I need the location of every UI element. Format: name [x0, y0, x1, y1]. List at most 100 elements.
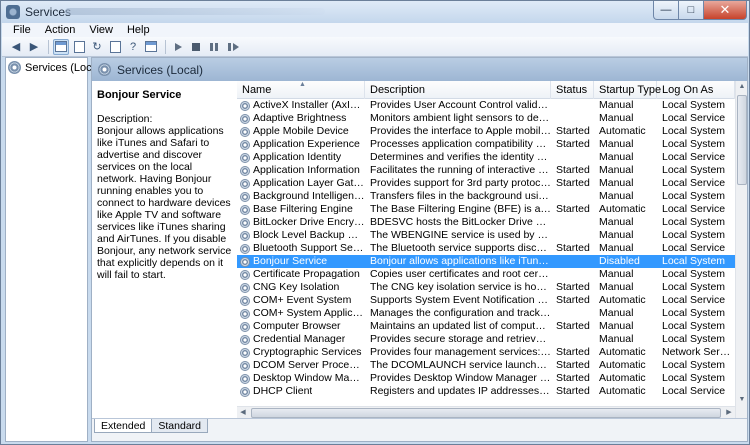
service-startup-cell: Manual [599, 138, 634, 150]
table-row[interactable]: Base Filtering Engine The Base Filtering … [237, 203, 735, 216]
table-row[interactable]: CNG Key Isolation The CNG key isolation s… [237, 281, 735, 294]
table-row[interactable]: COM+ System Application Manages the confi… [237, 307, 735, 320]
service-startup-cell: Manual [599, 268, 634, 280]
service-startup-cell: Manual [599, 177, 634, 189]
service-name: Block Level Backup Engine Se... [253, 229, 365, 241]
column-header-description[interactable]: Description [365, 81, 551, 99]
maximize-button[interactable]: □ [679, 1, 704, 20]
service-description-cell: Maintains an updated list of computers o… [370, 320, 551, 332]
table-row[interactable]: Bonjour Service Bonjour allows applicatio… [237, 255, 735, 268]
tab-standard[interactable]: Standard [151, 419, 208, 433]
table-row[interactable]: Cryptographic Services Provides four mana… [237, 346, 735, 359]
menu-help[interactable]: Help [120, 23, 157, 37]
table-row[interactable]: Block Level Backup Engine Se... The WBENG… [237, 229, 735, 242]
tree-item-services-local[interactable]: Services (Local) [8, 60, 104, 75]
vertical-scrollbar[interactable]: ▲ ▼ [735, 81, 747, 418]
service-startup-cell: Manual [599, 112, 634, 124]
service-name-cell: Desktop Window Manager Se... [237, 372, 365, 385]
table-row[interactable]: BitLocker Drive Encryption Se... BDESVC h… [237, 216, 735, 229]
table-row[interactable]: Desktop Window Manager Se... Provides Des… [237, 372, 735, 385]
service-description-cell: Provides User Account Control validation… [370, 99, 551, 111]
scroll-right-icon[interactable]: ▶ [723, 407, 735, 418]
service-startup-cell: Automatic [599, 385, 646, 397]
menu-file[interactable]: File [2, 23, 38, 37]
service-logon-cell: Local System [662, 138, 726, 150]
table-row[interactable]: COM+ Event System Supports System Event N… [237, 294, 735, 307]
service-startup-cell: Automatic [599, 346, 646, 358]
pause-service-button[interactable] [206, 39, 222, 55]
table-row[interactable]: DCOM Server Process Launc... The DCOMLAUN… [237, 359, 735, 372]
vertical-scroll-thumb[interactable] [737, 95, 747, 185]
horizontal-scroll-thumb[interactable] [251, 408, 721, 418]
scroll-up-icon[interactable]: ▲ [737, 81, 747, 93]
close-button[interactable]: ✕ [704, 1, 747, 20]
table-row[interactable]: Computer Browser Maintains an updated lis… [237, 320, 735, 333]
service-logon-cell: Local Service [662, 242, 726, 254]
menu-view[interactable]: View [82, 23, 120, 37]
refresh-button[interactable]: ↻ [89, 39, 105, 55]
help-button[interactable]: ? [125, 39, 141, 55]
table-row[interactable]: Adaptive Brightness Monitors ambient ligh… [237, 112, 735, 125]
service-name-cell: Certificate Propagation [237, 268, 365, 281]
table-row[interactable]: DHCP Client Registers and updates IP addr… [237, 385, 735, 398]
service-startup-cell: Automatic [599, 359, 646, 371]
properties-button[interactable] [71, 39, 87, 55]
service-startup-cell: Automatic [599, 294, 646, 306]
table-row[interactable]: Application Identity Determines and verif… [237, 151, 735, 164]
service-logon-cell: Local System [662, 229, 726, 241]
table-row[interactable]: Bluetooth Support Service The Bluetooth s… [237, 242, 735, 255]
column-header-status[interactable]: Status [551, 81, 594, 99]
title-bar[interactable]: Services — □ ✕ [1, 1, 749, 23]
table-row[interactable]: Certificate Propagation Copies user certi… [237, 268, 735, 281]
toolbar: ◀ ▶ ↻ ? [2, 37, 748, 57]
scroll-down-icon[interactable]: ▼ [737, 394, 747, 406]
back-button[interactable]: ◀ [8, 39, 24, 55]
caption-buttons: — □ ✕ [653, 1, 747, 20]
menu-bar: File Action View Help [2, 23, 748, 37]
forward-button[interactable]: ▶ [26, 39, 42, 55]
service-gear-icon [240, 217, 250, 228]
stop-service-button[interactable] [188, 39, 204, 55]
table-row[interactable]: Application Experience Processes applicat… [237, 138, 735, 151]
table-row[interactable]: Application Information Facilitates the r… [237, 164, 735, 177]
service-name: Application Information [253, 164, 360, 176]
start-service-button[interactable] [170, 39, 186, 55]
table-row[interactable]: Background Intelligent Trans... Transfers… [237, 190, 735, 203]
service-gear-icon [240, 334, 250, 345]
column-header-startup-type[interactable]: Startup Type [594, 81, 661, 99]
export-list-button[interactable] [107, 39, 123, 55]
service-startup-cell: Manual [599, 190, 634, 202]
service-status-cell: Started [556, 177, 590, 189]
service-description-cell: The WBENGINE service is used by Windows … [370, 229, 551, 241]
service-name-cell: Application Information [237, 164, 365, 177]
horizontal-scrollbar[interactable]: ◀ ▶ [237, 406, 735, 418]
table-row[interactable]: Credential Manager Provides secure storag… [237, 333, 735, 346]
menu-action[interactable]: Action [38, 23, 83, 37]
service-description-cell: Transfers files in the background using … [370, 190, 551, 202]
service-startup-cell: Automatic [599, 372, 646, 384]
console-tree: Services (Local) [5, 57, 104, 442]
tab-extended[interactable]: Extended [94, 419, 153, 433]
show-hide-tree-button[interactable] [53, 38, 69, 55]
service-name: Apple Mobile Device [253, 125, 349, 137]
service-description-cell: Processes application compatibility cach… [370, 138, 551, 150]
details-header: Services (Local) [92, 58, 747, 81]
service-gear-icon [240, 321, 250, 332]
table-row[interactable]: Apple Mobile Device Provides the interfac… [237, 125, 735, 138]
table-row[interactable]: ActiveX Installer (AxInstSV) Provides Use… [237, 99, 735, 112]
service-logon-cell: Local System [662, 255, 726, 267]
show-action-pane-button[interactable] [143, 39, 159, 55]
column-header-log-on-as[interactable]: Log On As [657, 81, 735, 99]
service-status-cell: Started [556, 385, 590, 397]
column-header-name[interactable]: ▲ Name [237, 81, 365, 99]
service-status-cell: Started [556, 242, 590, 254]
view-tabs: Extended Standard [92, 418, 747, 441]
refresh-icon: ↻ [92, 41, 102, 53]
table-row[interactable]: Application Layer Gateway Se... Provides … [237, 177, 735, 190]
service-description-cell: Provides Desktop Window Manager startup … [370, 372, 551, 384]
restart-service-button[interactable] [224, 39, 240, 55]
service-description-cell: BDESVC hosts the BitLocker Drive Encrypt… [370, 216, 551, 228]
scroll-left-icon[interactable]: ◀ [237, 407, 249, 418]
minimize-button[interactable]: — [653, 1, 679, 20]
service-startup-cell: Disabled [599, 255, 640, 267]
